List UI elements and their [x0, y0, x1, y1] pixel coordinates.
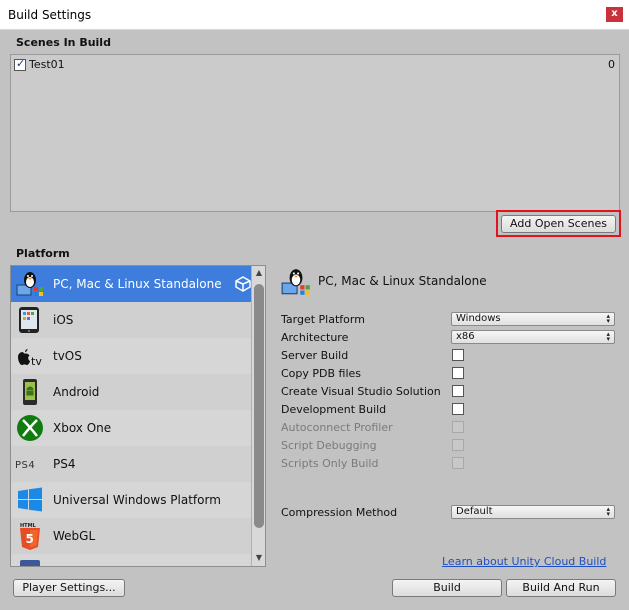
create-vs-solution-row: Create Visual Studio Solution [281, 384, 616, 400]
server-build-label: Server Build [281, 349, 349, 362]
build-button[interactable]: Build [392, 579, 502, 597]
development-build-checkbox[interactable] [452, 403, 464, 415]
ios-icon [19, 307, 39, 333]
compression-method-row: Compression Method Default ▴ ▾ [281, 505, 616, 521]
dropdown-arrows-icon: ▴ ▾ [606, 312, 610, 325]
copy-pdb-row: Copy PDB files [281, 366, 616, 382]
android-icon [23, 379, 37, 405]
scene-row[interactable]: Test01 0 [14, 57, 617, 74]
platform-label: WebGL [53, 529, 96, 543]
scroll-up-icon[interactable]: ▲ [254, 268, 264, 278]
platform-label: Android [53, 385, 100, 399]
development-build-label: Development Build [281, 403, 387, 416]
pc-mac-linux-icon [281, 269, 310, 295]
create-vs-solution-checkbox[interactable] [452, 385, 464, 397]
platform-label: PS4 [53, 457, 76, 471]
script-debugging-checkbox [452, 439, 464, 451]
scenes-list[interactable]: Test01 0 [10, 54, 620, 212]
platform-label: Xbox One [53, 421, 112, 435]
ps4-icon: PS4 [15, 460, 35, 471]
scene-name: Test01 [29, 58, 65, 71]
platform-header: Platform [16, 247, 70, 260]
compression-method-value: Default [456, 506, 493, 517]
autoconnect-profiler-checkbox [452, 421, 464, 433]
build-and-run-button[interactable]: Build And Run [506, 579, 616, 597]
target-platform-dropdown[interactable]: Windows ▴ ▾ [451, 312, 615, 326]
svg-text:tv: tv [31, 355, 42, 368]
scripts-only-build-label: Scripts Only Build [281, 457, 379, 470]
facebook-icon [20, 560, 40, 566]
add-open-scenes-highlight: Add Open Scenes [496, 210, 621, 237]
compression-method-label: Compression Method [281, 506, 398, 519]
platform-details-title: PC, Mac & Linux Standalone [318, 274, 487, 288]
platform-item-tvos[interactable]: tv tvOS [11, 338, 253, 374]
scenes-in-build-header: Scenes In Build [16, 36, 111, 49]
html5-icon: HTML 5 [20, 523, 40, 550]
platform-item-ps4[interactable]: PS4 PS4 [11, 446, 253, 482]
platform-item-uwp[interactable]: Universal Windows Platform [11, 482, 253, 518]
architecture-value: x86 [456, 331, 475, 342]
target-platform-label: Target Platform [281, 313, 365, 326]
script-debugging-label: Script Debugging [281, 439, 377, 452]
window-title: Build Settings [8, 8, 92, 22]
copy-pdb-label: Copy PDB files [281, 367, 362, 380]
dropdown-arrows-icon: ▴ ▾ [606, 330, 610, 343]
platform-item-android[interactable]: Android [11, 374, 253, 410]
add-open-scenes-button[interactable]: Add Open Scenes [501, 215, 616, 233]
platform-label: PC, Mac & Linux Standalone [53, 277, 222, 291]
close-button[interactable]: x [606, 7, 623, 22]
unity-logo-icon [235, 276, 251, 292]
svg-text:PS4: PS4 [15, 460, 35, 471]
server-build-row: Server Build [281, 348, 616, 364]
architecture-row: Architecture x86 ▴ ▾ [281, 330, 616, 346]
compression-method-dropdown[interactable]: Default ▴ ▾ [451, 505, 615, 519]
platform-list-scrollbar[interactable]: ▲ ▼ [251, 266, 265, 566]
architecture-dropdown[interactable]: x86 ▴ ▾ [451, 330, 615, 344]
architecture-label: Architecture [281, 331, 349, 344]
dropdown-arrows-icon: ▴ ▾ [606, 505, 610, 518]
platform-label: Universal Windows Platform [53, 493, 221, 507]
scene-enabled-checkbox[interactable] [14, 57, 26, 71]
platform-item-standalone[interactable]: PC, Mac & Linux Standalone [11, 266, 253, 302]
unity-cloud-build-link[interactable]: Learn about Unity Cloud Build [442, 555, 606, 568]
platform-list[interactable]: PC, Mac & Linux Standalone iOS tv tvOS A… [10, 265, 266, 567]
svg-text:5: 5 [26, 532, 34, 546]
platform-item-ios[interactable]: iOS [11, 302, 253, 338]
platform-label: iOS [53, 313, 74, 327]
platform-label: tvOS [53, 349, 82, 363]
target-platform-row: Target Platform Windows ▴ ▾ [281, 312, 616, 328]
build-settings-panel: Scenes In Build Test01 0 Add Open Scenes… [0, 30, 629, 610]
windows-icon [18, 487, 42, 512]
scroll-down-icon[interactable]: ▼ [254, 553, 264, 563]
platform-item-webgl[interactable]: HTML 5 WebGL [11, 518, 253, 554]
scroll-thumb[interactable] [254, 284, 264, 528]
copy-pdb-checkbox[interactable] [452, 367, 464, 379]
pc-mac-linux-icon [16, 272, 43, 296]
development-build-row: Development Build [281, 402, 616, 418]
xbox-one-icon [17, 415, 43, 441]
player-settings-button[interactable]: Player Settings... [13, 579, 125, 597]
create-vs-solution-label: Create Visual Studio Solution [281, 385, 441, 398]
scripts-only-build-row: Scripts Only Build [281, 456, 616, 472]
scene-index: 0 [608, 58, 615, 71]
scripts-only-build-checkbox [452, 457, 464, 469]
platform-item-xbox-one[interactable]: Xbox One [11, 410, 253, 446]
autoconnect-profiler-label: Autoconnect Profiler [281, 421, 393, 434]
target-platform-value: Windows [456, 313, 501, 324]
platform-item-partial[interactable] [11, 554, 253, 566]
script-debugging-row: Script Debugging [281, 438, 616, 454]
autoconnect-profiler-row: Autoconnect Profiler [281, 420, 616, 436]
tvos-icon: tv [18, 349, 42, 368]
title-bar: Build Settings x [0, 0, 629, 30]
server-build-checkbox[interactable] [452, 349, 464, 361]
